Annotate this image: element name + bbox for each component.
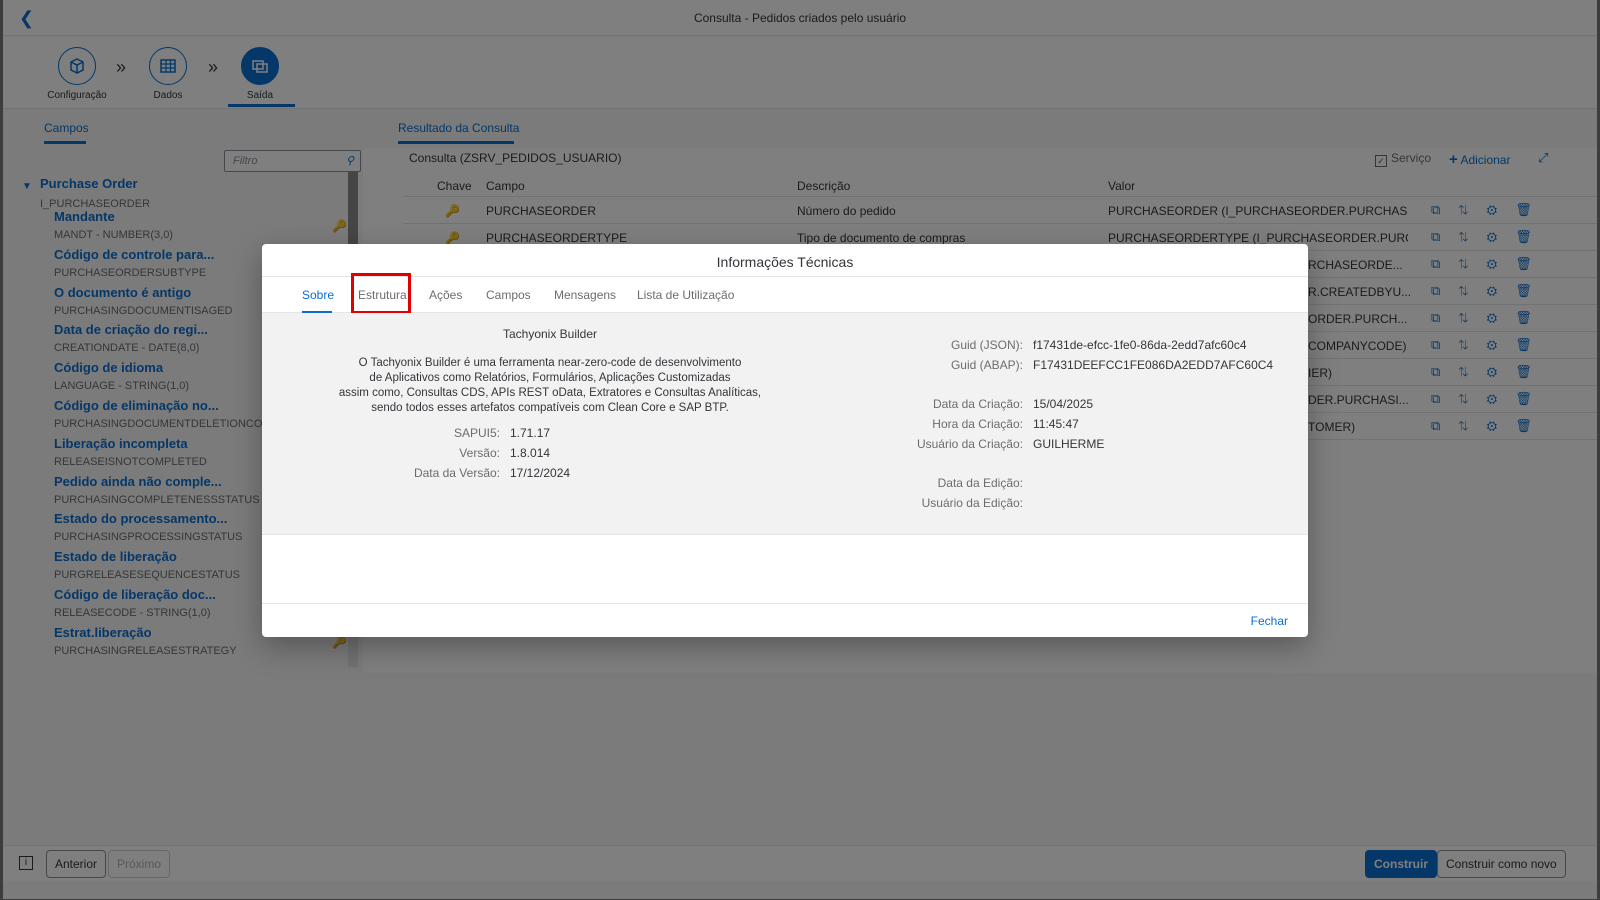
tab-mensagens[interactable]: Mensagens: [554, 288, 616, 302]
info-key: Usuário da Criação:: [916, 437, 1023, 451]
highlight-box: [351, 273, 411, 314]
dialog-title: Informações Técnicas: [716, 254, 854, 270]
description-line: assim como, Consultas CDS, APIs REST oDa…: [338, 387, 762, 399]
product-name: Tachyonix Builder: [502, 327, 598, 341]
dialog-tabs: Sobre Estrutura Ações Campos Mensagens L…: [262, 276, 1308, 314]
info-value: 15/04/2025: [1033, 397, 1094, 411]
technical-info-dialog: Informações Técnicas Sobre Estrutura Açõ…: [262, 244, 1308, 637]
tab-campos[interactable]: Campos: [486, 288, 531, 302]
tab-acoes[interactable]: Ações: [429, 288, 462, 302]
product-description: O Tachyonix Builder é uma ferramenta nea…: [262, 356, 838, 416]
info-key: SAPUI5:: [453, 426, 500, 440]
info-key: Guid (ABAP):: [950, 358, 1023, 372]
info-key: Data da Versão:: [413, 466, 500, 480]
description-line: O Tachyonix Builder é uma ferramenta nea…: [358, 357, 742, 369]
info-key: Data da Criação:: [932, 397, 1023, 411]
info-value: 1.8.014: [510, 446, 551, 460]
info-value: 11:45:47: [1033, 417, 1079, 431]
info-key: Versão:: [459, 446, 500, 460]
tab-lista-utilizacao[interactable]: Lista de Utilização: [637, 288, 734, 302]
info-key: Data da Edição:: [937, 476, 1023, 490]
info-value: GUILHERME: [1033, 437, 1105, 451]
close-button[interactable]: Fechar: [1251, 614, 1288, 628]
info-value: 17/12/2024: [510, 466, 571, 480]
dialog-body: Tachyonix Builder O Tachyonix Builder é …: [262, 313, 1308, 535]
info-key: Usuário da Edição:: [921, 496, 1023, 510]
description-line: sendo todos esses artefatos compatíveis …: [371, 402, 729, 414]
description-line: de Aplicativos como Relatórios, Formulár…: [369, 372, 731, 384]
info-key: Hora da Criação:: [932, 417, 1023, 431]
info-value: F17431DEEFCC1FE086DA2EDD7AFC60C4: [1033, 358, 1274, 372]
tab-sobre[interactable]: Sobre: [302, 288, 334, 302]
info-key: Guid (JSON):: [950, 338, 1023, 352]
info-value: f17431de-efcc-1fe0-86da-2edd7afc60c4: [1033, 338, 1247, 352]
dialog-footer: Fechar: [262, 603, 1308, 637]
info-value: 1.71.17: [510, 426, 551, 440]
